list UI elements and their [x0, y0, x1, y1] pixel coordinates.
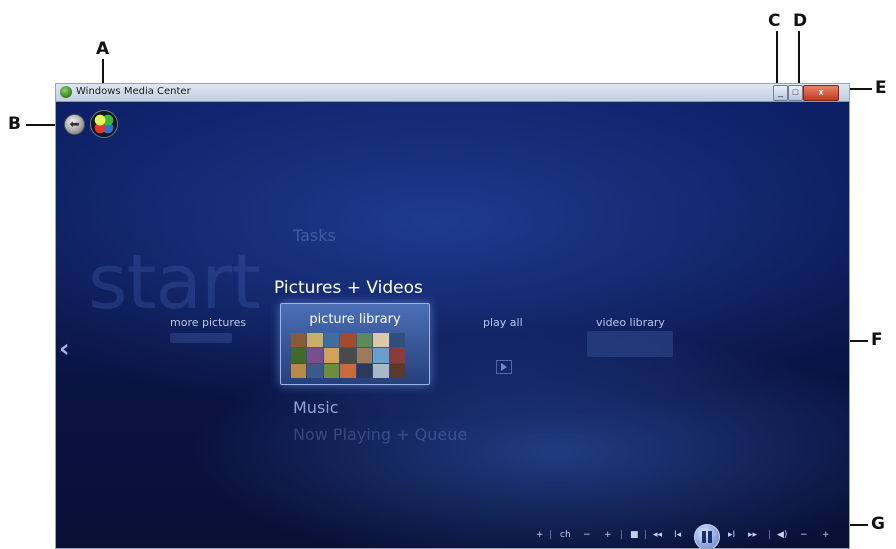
menu-item-picture-library[interactable]: picture library [280, 303, 430, 385]
back-button[interactable]: ⬅ [64, 114, 85, 135]
menu-item-play-all[interactable]: play all [483, 316, 523, 329]
menu-item-now-playing[interactable]: Now Playing + Queue [293, 425, 467, 444]
window-title: Windows Media Center [76, 86, 191, 97]
play-all-icon [496, 360, 512, 374]
callout-b: B [8, 114, 21, 134]
channel-up-button[interactable]: + [604, 530, 612, 540]
maximize-button[interactable]: □ [788, 85, 803, 101]
maximize-icon: □ [792, 87, 799, 97]
mute-button[interactable]: ◀) [777, 530, 787, 540]
start-button[interactable] [90, 110, 118, 138]
menu-item-video-library[interactable]: video library [596, 316, 665, 329]
pause-button[interactable] [694, 524, 720, 548]
volume-down-button[interactable]: − [800, 530, 808, 540]
menu-item-more-pictures[interactable]: more pictures [170, 316, 246, 329]
callout-d-line [798, 31, 800, 88]
volume-up-button[interactable]: + [822, 530, 830, 540]
title-bar[interactable]: Windows Media Center _ □ x [56, 84, 849, 102]
callout-e: E [875, 78, 887, 98]
media-center-content: ⬅ start Tasks Pictures + Videos ‹ more p… [56, 102, 849, 548]
back-arrow-icon: ⬅ [69, 117, 80, 131]
callout-a: A [96, 39, 110, 59]
video-library-thumbnail [587, 331, 673, 357]
transport-separator: | [620, 530, 624, 540]
channel-down-button[interactable]: − [583, 530, 591, 540]
picture-library-label: picture library [309, 312, 401, 327]
previous-track-button[interactable]: I◂ [674, 530, 681, 540]
close-button[interactable]: x [803, 85, 839, 101]
transport-controls: + | ch − + | ■ | ◂◂ I◂ ▸I ▸▸ | ◀) − + [532, 522, 837, 548]
menu-item-tasks[interactable]: Tasks [293, 226, 336, 245]
callout-c-line [776, 31, 778, 88]
scroll-left-arrow-icon[interactable]: ‹ [59, 334, 70, 364]
stop-button[interactable]: ■ [630, 530, 639, 540]
section-title-pictures-videos[interactable]: Pictures + Videos [274, 278, 423, 298]
transport-separator: | [768, 530, 772, 540]
callout-g: G [871, 514, 885, 534]
fast-forward-button[interactable]: ▸▸ [748, 530, 757, 540]
minimize-button[interactable]: _ [773, 85, 788, 101]
start-watermark: start [88, 237, 261, 326]
picture-library-thumbnail-collage [291, 333, 405, 378]
transport-separator: | [549, 530, 553, 540]
callout-c: C [768, 11, 781, 31]
more-pictures-thumbnail [170, 333, 232, 343]
callout-f: F [871, 330, 883, 350]
menu-item-music[interactable]: Music [293, 398, 339, 417]
callout-d: D [793, 11, 808, 31]
media-center-window: Windows Media Center _ □ x ⬅ start Tasks… [55, 83, 850, 549]
media-center-app-icon [60, 86, 72, 98]
rewind-button[interactable]: ◂◂ [653, 530, 662, 540]
close-icon: x [818, 87, 824, 97]
minimize-icon: _ [777, 87, 783, 97]
volume-up-button-left[interactable]: + [536, 530, 544, 540]
channel-label: ch [560, 530, 571, 540]
transport-separator: | [644, 530, 648, 540]
next-track-button[interactable]: ▸I [728, 530, 735, 540]
